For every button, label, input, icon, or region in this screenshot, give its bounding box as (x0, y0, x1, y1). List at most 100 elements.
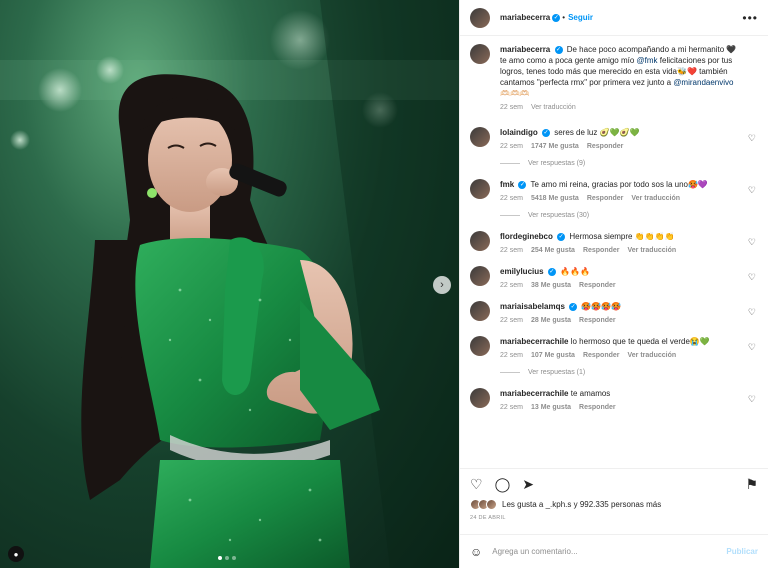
comment-text: Hermosa siempre 👏👏👏👏 (569, 232, 675, 241)
commenter-avatar[interactable] (470, 388, 490, 408)
commenter-username[interactable]: lolaindigo (500, 128, 538, 137)
reply-button[interactable]: Responder (579, 404, 616, 411)
comment-likes[interactable]: 38 Me gusta (531, 282, 571, 289)
comment-time[interactable]: 22 sem (500, 195, 523, 202)
comment-time[interactable]: 22 sem (500, 404, 523, 411)
caption-time[interactable]: 22 sem (500, 104, 523, 111)
verified-icon: ✓ (569, 302, 578, 311)
author-avatar[interactable] (470, 7, 490, 28)
carousel-dot (218, 556, 222, 560)
send-icon[interactable]: ➤ (522, 477, 534, 491)
comment-time[interactable]: 22 sem (500, 317, 523, 324)
bookmark-icon[interactable]: ⚑ (745, 477, 758, 491)
author-avatar[interactable] (470, 44, 490, 64)
reply-button[interactable]: Responder (587, 143, 624, 150)
view-replies-label: Ver respuestas (9) (528, 160, 586, 167)
comment-likes[interactable]: 28 Me gusta (531, 317, 571, 324)
comment-like-heart-icon[interactable]: ♡ (748, 272, 756, 283)
separator-dot: • (562, 13, 566, 22)
comment-icon[interactable]: ◯ (495, 477, 511, 491)
comment-like-heart-icon[interactable]: ♡ (748, 342, 756, 353)
reply-button[interactable]: Responder (583, 247, 620, 254)
comment-likes[interactable]: 13 Me gusta (531, 404, 571, 411)
replies-line (500, 372, 520, 373)
comment-time[interactable]: 22 sem (500, 352, 523, 359)
comment-text: Te amo mi reina, gracias por todo sos la… (530, 180, 708, 189)
comment-time[interactable]: 22 sem (500, 282, 523, 289)
reply-button[interactable]: Responder (579, 317, 616, 324)
caption-text: mariabecerra ✓ De hace poco acompañando … (500, 44, 742, 99)
comment-time[interactable]: 22 sem (500, 143, 523, 150)
more-horizontal-icon[interactable]: ••• (742, 11, 758, 25)
commenter-username[interactable]: emilylucius (500, 267, 544, 276)
smiley-icon[interactable]: ☺ (470, 545, 482, 559)
verified-icon: ✓ (554, 45, 563, 54)
comment-like-heart-icon[interactable]: ♡ (748, 394, 756, 405)
carousel-dot (225, 556, 229, 560)
post-header: mariabecerra ✓ • Seguir ••• (460, 0, 768, 36)
mention-link[interactable]: @mirandaenvivo (673, 78, 733, 87)
commenter-avatar[interactable] (470, 127, 490, 147)
post-photo[interactable]: › ● (0, 0, 459, 568)
verified-icon: ✓ (542, 128, 551, 137)
comment-text: te amamos (570, 389, 611, 398)
comment-likes[interactable]: 107 Me gusta (531, 352, 575, 359)
comment-item: emilylucius ✓ 🔥🔥🔥 22 sem 38 Me gusta Res… (470, 266, 758, 289)
translate-link[interactable]: Ver traducción (531, 104, 576, 111)
translate-link[interactable]: Ver traducción (628, 247, 677, 254)
comment-item: flordeginebco ✓ Hermosa siempre 👏👏👏👏 22 … (470, 231, 758, 254)
commenter-username[interactable]: mariabecerrachile (500, 389, 569, 398)
post-sidebar: mariabecerra ✓ • Seguir ••• mariabecerra… (459, 0, 768, 568)
comment-input[interactable] (492, 547, 727, 556)
likes-summary[interactable]: Les gusta a _.kph.s y 992.335 personas m… (470, 499, 758, 510)
concert-photo-illustration (0, 0, 459, 568)
comment-likes[interactable]: 1747 Me gusta (531, 143, 579, 150)
post-date[interactable]: 24 DE ABRIL (470, 515, 758, 521)
chevron-right-icon: › (440, 279, 444, 291)
instagram-post-modal: › ● mariabecerra ✓ • Seguir ••• mariabec… (0, 0, 768, 568)
commenter-avatar[interactable] (470, 301, 490, 321)
commenter-avatar[interactable] (470, 336, 490, 356)
comment-time[interactable]: 22 sem (500, 247, 523, 254)
comment-like-heart-icon[interactable]: ♡ (748, 307, 756, 318)
reply-button[interactable]: Responder (583, 352, 620, 359)
commenter-username[interactable]: fmk (500, 180, 514, 189)
carousel-dot (232, 556, 236, 560)
comment-like-heart-icon[interactable]: ♡ (748, 133, 756, 144)
comment-like-heart-icon[interactable]: ♡ (748, 185, 756, 196)
comment-likes[interactable]: 5418 Me gusta (531, 195, 579, 202)
caption-username[interactable]: mariabecerra (500, 45, 550, 54)
comment-item: lolaindigo ✓ seres de luz 🥑💚🥑💚 22 sem 17… (470, 127, 758, 150)
reply-button[interactable]: Responder (587, 195, 624, 202)
post-caption: mariabecerra ✓ De hace poco acompañando … (470, 44, 758, 111)
commenter-username[interactable]: mariabecerrachile (500, 337, 569, 346)
view-replies-button[interactable]: Ver respuestas (30) (500, 212, 758, 219)
next-slide-button[interactable]: › (433, 276, 451, 294)
commenter-avatar[interactable] (470, 179, 490, 199)
commenter-avatar[interactable] (470, 266, 490, 286)
comment-item: fmk ✓ Te amo mi reina, gracias por todo … (470, 179, 758, 202)
comment-likes[interactable]: 254 Me gusta (531, 247, 575, 254)
view-replies-button[interactable]: Ver respuestas (9) (500, 160, 758, 167)
view-replies-label: Ver respuestas (30) (528, 212, 590, 219)
verified-icon: ✓ (547, 267, 556, 276)
author-username[interactable]: mariabecerra (500, 13, 550, 22)
publish-button[interactable]: Publicar (726, 547, 758, 556)
follow-button[interactable]: Seguir (568, 13, 593, 22)
tagged-users-button[interactable]: ● (8, 546, 24, 562)
commenter-username[interactable]: mariaisabelamqs (500, 302, 565, 311)
mention-link[interactable]: @fmk (637, 56, 658, 65)
comment-item: mariaisabelamqs ✓ 🥵🥵🥵🥵 22 sem 28 Me gust… (470, 301, 758, 324)
commenter-avatar[interactable] (470, 231, 490, 251)
comments-section: mariabecerra ✓ De hace poco acompañando … (460, 36, 768, 468)
heart-icon[interactable]: ♡ (470, 477, 483, 491)
view-replies-button[interactable]: Ver respuestas (1) (500, 369, 758, 376)
translate-link[interactable]: Ver traducción (631, 195, 680, 202)
translate-link[interactable]: Ver traducción (628, 352, 677, 359)
reply-button[interactable]: Responder (579, 282, 616, 289)
commenter-username[interactable]: flordeginebco (500, 232, 553, 241)
comment-text: lo hermoso que te queda el verde😭💚 (570, 337, 710, 346)
verified-icon: ✓ (557, 232, 566, 241)
comment-item: mariabecerrachile lo hermoso que te qued… (470, 336, 758, 359)
comment-like-heart-icon[interactable]: ♡ (748, 237, 756, 248)
